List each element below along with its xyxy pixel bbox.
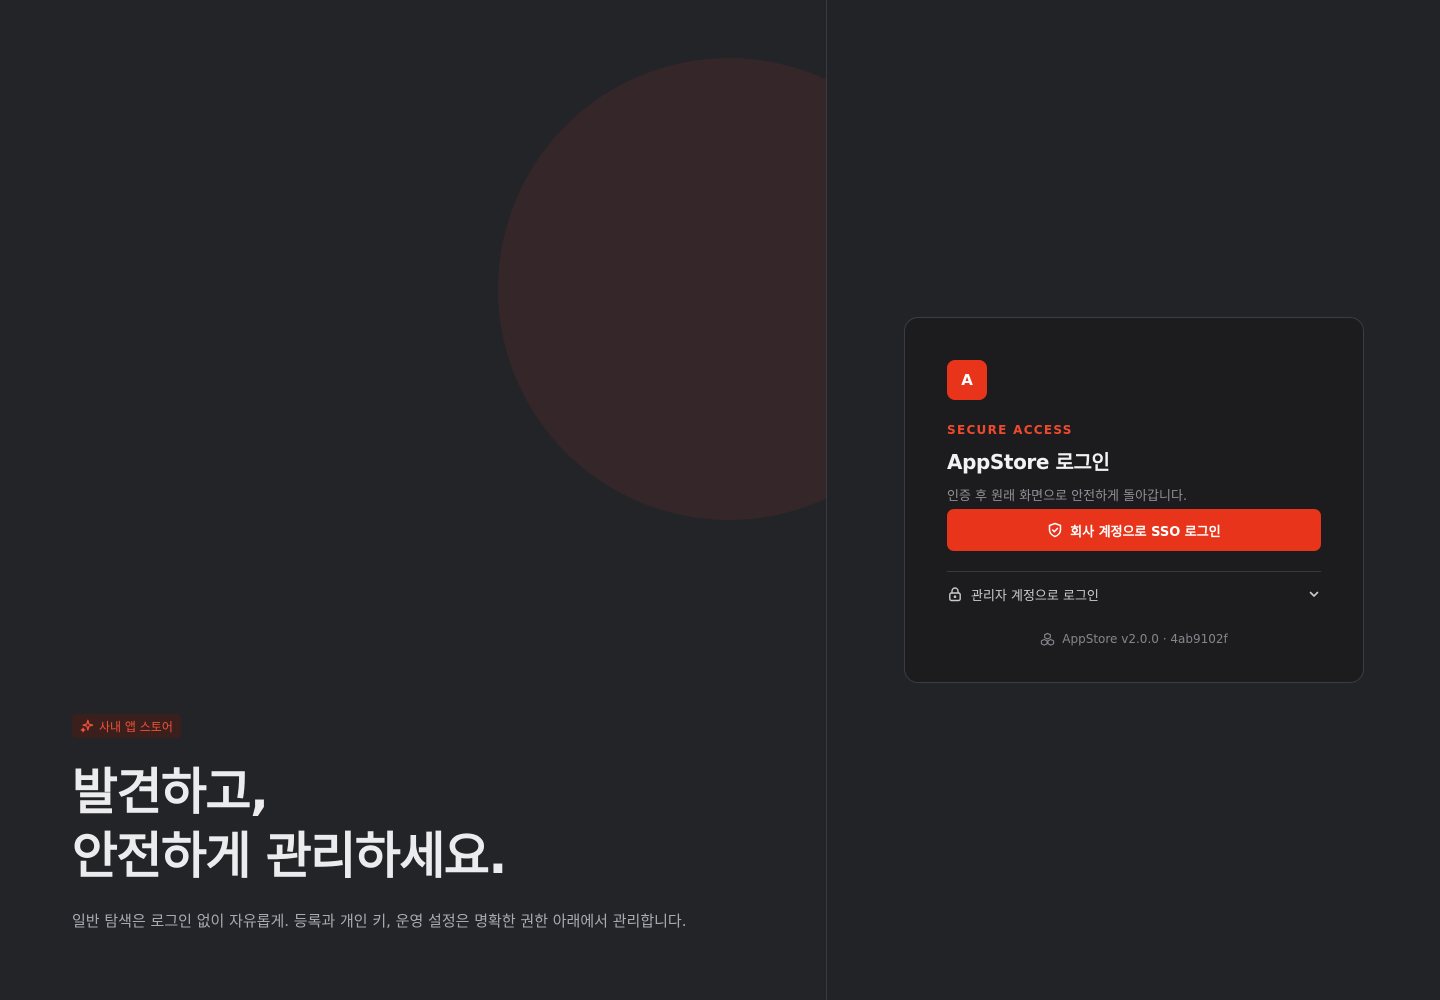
sparkles-icon	[80, 719, 94, 733]
app-logo-letter: A	[961, 371, 973, 389]
lock-icon	[947, 586, 963, 602]
version-text: AppStore v2.0.0 · 4ab9102f	[1062, 632, 1228, 646]
app-logo: A	[947, 360, 987, 400]
chevron-down-icon	[1307, 587, 1321, 601]
cubes-icon	[1040, 632, 1055, 647]
admin-login-toggle-label: 관리자 계정으로 로그인	[971, 588, 1099, 604]
login-title: AppStore 로그인	[947, 450, 1110, 474]
hero-title-line-1: 발견하고,	[72, 763, 269, 821]
login-page: 사내 앱 스토어 발견하고, 안전하게 관리하세요. 일반 탐색은 로그인 없이…	[0, 0, 1440, 1000]
sso-login-button-label: 회사 계정으로 SSO 로그인	[1070, 524, 1221, 540]
admin-login-toggle-left: 관리자 계정으로 로그인	[947, 585, 1099, 604]
decorative-orb	[498, 58, 826, 520]
hero-content: 사내 앱 스토어 발견하고, 안전하게 관리하세요. 일반 탐색은 로그인 없이…	[72, 714, 812, 932]
hero-badge-label: 사내 앱 스토어	[99, 719, 173, 734]
eyebrow-label: SECURE ACCESS	[947, 423, 1073, 437]
login-subtitle: 인증 후 원래 화면으로 안전하게 돌아갑니다.	[947, 489, 1188, 504]
sso-login-button[interactable]: 회사 계정으로 SSO 로그인	[947, 509, 1321, 551]
login-card: A SECURE ACCESS AppStore 로그인 인증 후 원래 화면으…	[904, 317, 1364, 683]
version-info: AppStore v2.0.0 · 4ab9102f	[947, 616, 1321, 662]
hero-title: 발견하고, 안전하게 관리하세요.	[72, 760, 812, 888]
hero-description: 일반 탐색은 로그인 없이 자유롭게. 등록과 개인 키, 운영 설정은 명확한…	[72, 912, 687, 930]
shield-check-icon	[1047, 522, 1063, 538]
hero-title-line-2: 안전하게 관리하세요.	[72, 827, 507, 885]
hero-badge: 사내 앱 스토어	[72, 714, 181, 738]
auth-panel: A SECURE ACCESS AppStore 로그인 인증 후 원래 화면으…	[827, 0, 1440, 1000]
admin-login-toggle[interactable]: 관리자 계정으로 로그인	[947, 572, 1321, 616]
hero-panel: 사내 앱 스토어 발견하고, 안전하게 관리하세요. 일반 탐색은 로그인 없이…	[0, 0, 827, 1000]
